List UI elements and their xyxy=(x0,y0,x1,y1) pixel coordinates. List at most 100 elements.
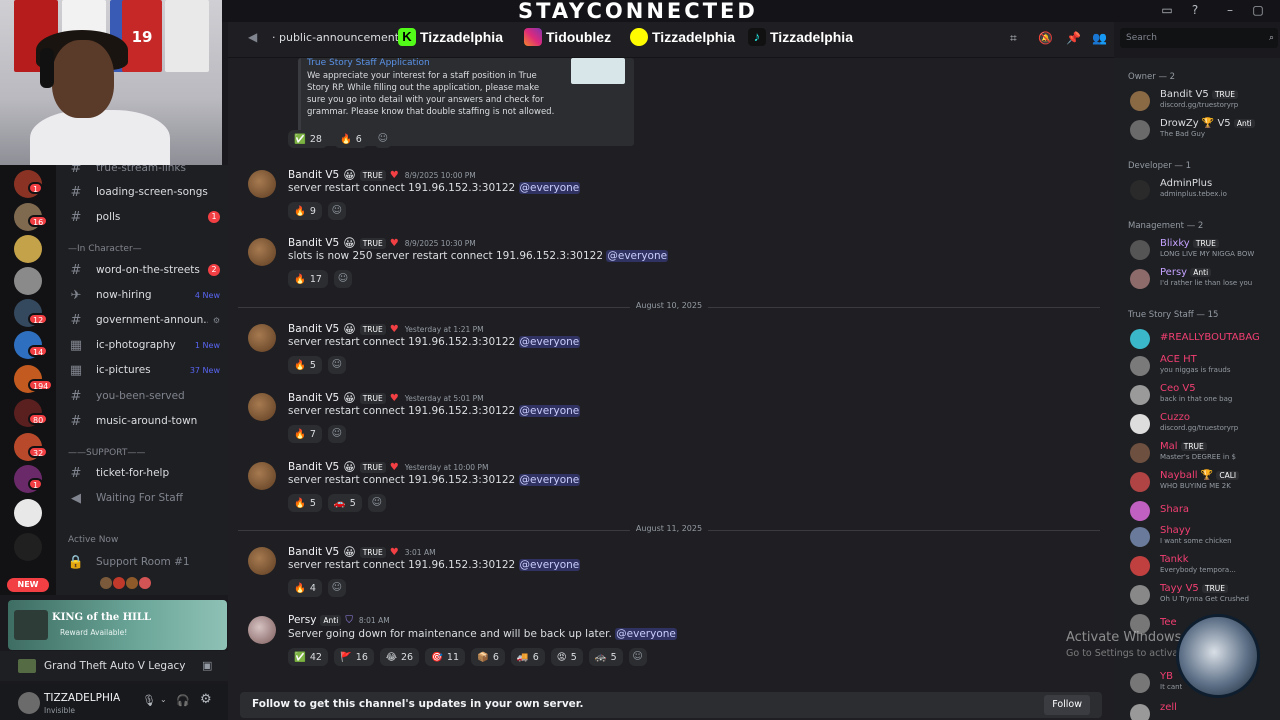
message-author[interactable]: Persy xyxy=(288,614,316,626)
user-avatar[interactable] xyxy=(18,692,40,714)
reaction[interactable]: 📦 6 xyxy=(471,648,505,666)
channel-item[interactable]: # government-announ... ⚙ xyxy=(56,309,228,331)
member-item[interactable]: Ceo V5 back in that one bag xyxy=(1130,382,1278,408)
member-item[interactable]: Mal TRUE Master's DEGREE in $ xyxy=(1130,440,1278,466)
notification-bell-icon[interactable]: 🔕 xyxy=(1038,31,1053,45)
minimize-icon[interactable]: – xyxy=(1222,3,1238,19)
member-item[interactable]: AdminPlus adminplus.tebex.io xyxy=(1130,177,1278,203)
mention[interactable]: @everyone xyxy=(518,559,581,571)
member-item[interactable]: Shayy I want some chicken xyxy=(1130,524,1278,550)
add-reaction-icon[interactable]: ☺ xyxy=(628,648,647,666)
help-icon[interactable]: ? xyxy=(1187,3,1203,19)
embed-title[interactable]: True Story Staff Application xyxy=(307,58,430,68)
reaction[interactable]: 🔥 4 xyxy=(288,579,322,597)
mention[interactable]: @everyone xyxy=(615,628,677,640)
avatar[interactable] xyxy=(248,616,276,644)
channel-item[interactable]: # word-on-the-streets 2 xyxy=(56,259,228,281)
message-author[interactable]: Bandit V5 xyxy=(288,461,339,473)
channel-item[interactable]: # polls 1 xyxy=(56,206,228,228)
mention[interactable]: @everyone xyxy=(518,474,581,486)
member-list-icon[interactable]: 👥 xyxy=(1092,31,1107,45)
reaction[interactable]: 🚩 16 xyxy=(333,648,374,666)
channel-item[interactable]: # you-been-served xyxy=(56,385,228,407)
add-reaction-icon[interactable]: ☺ xyxy=(327,579,346,597)
message-author[interactable]: Bandit V5 xyxy=(288,323,339,335)
mention[interactable]: @everyone xyxy=(518,182,581,194)
message-author[interactable]: Bandit V5 xyxy=(288,169,339,181)
member-item[interactable]: Bandit V5 TRUE discord.gg/truestoryrp xyxy=(1130,88,1278,114)
game-activity-bar[interactable]: Grand Theft Auto V Legacy ▣ xyxy=(0,651,228,681)
member-item[interactable]: Cuzzo discord.gg/truestoryrp xyxy=(1130,411,1278,437)
server-icon[interactable] xyxy=(14,499,42,527)
member-item[interactable]: Tayy V5 TRUE Oh U Trynna Get Crushed xyxy=(1130,582,1278,608)
reaction[interactable]: 🔥 5 xyxy=(288,356,322,374)
follow-button[interactable]: Follow xyxy=(1044,695,1090,715)
add-reaction-icon[interactable]: ☺ xyxy=(333,270,352,288)
add-reaction-icon[interactable]: ☺ xyxy=(327,356,346,374)
member-item[interactable]: Nayball 🏆 CALI WHO BUYING ME 2K xyxy=(1130,469,1278,495)
avatar[interactable] xyxy=(248,462,276,490)
mention[interactable]: @everyone xyxy=(518,405,581,417)
search-input[interactable]: Search ⌕ xyxy=(1120,28,1278,48)
reaction[interactable]: ✅ 28 xyxy=(288,130,328,148)
member-item[interactable]: #REALLYBOUTABAG xyxy=(1130,326,1278,352)
channel-item[interactable]: # ticket-for-help xyxy=(56,462,228,484)
message-author[interactable]: Bandit V5 xyxy=(288,237,339,249)
reaction[interactable]: 🔥 6 xyxy=(333,130,368,148)
member-item[interactable]: Persy Anti I'd rather lie than lose you xyxy=(1130,266,1278,292)
settings-gear-icon[interactable]: ⚙ xyxy=(200,692,212,707)
avatar[interactable] xyxy=(248,547,276,575)
channel-item[interactable]: ▦ ic-photography 1 New xyxy=(56,334,228,356)
pin-icon[interactable]: 📌 xyxy=(1066,31,1081,45)
member-item[interactable]: Tankk Everybody tempora... xyxy=(1130,553,1278,579)
microphone-icon[interactable]: 🎙 xyxy=(142,694,156,707)
server-icon[interactable] xyxy=(14,235,42,263)
mention[interactable]: @everyone xyxy=(606,250,669,262)
category-header[interactable]: —In Character— xyxy=(68,244,142,254)
avatar[interactable] xyxy=(248,393,276,421)
add-member-icon[interactable]: ⚙ xyxy=(213,316,220,325)
add-reaction-icon[interactable]: ☺ xyxy=(327,425,346,443)
chevron-down-icon[interactable]: ⌄ xyxy=(160,695,167,704)
server-icon[interactable] xyxy=(14,533,42,561)
reaction[interactable]: 🔥 7 xyxy=(288,425,322,443)
activity-card[interactable]: KING of the HILL Reward Available! xyxy=(8,600,227,650)
inbox-icon[interactable]: ▭ xyxy=(1159,3,1175,19)
maximize-icon[interactable]: ▢ xyxy=(1250,3,1266,19)
add-reaction-icon[interactable]: ☺ xyxy=(327,202,346,220)
voice-channel-item[interactable]: 🔒 Support Room #1 xyxy=(56,551,228,573)
voice-channel-item[interactable]: ◀ Waiting For Staff xyxy=(56,487,228,509)
channel-item[interactable]: ✈ now-hiring 4 New xyxy=(56,284,228,306)
new-servers-pill[interactable]: NEW xyxy=(7,578,49,592)
reaction[interactable]: 😂 26 xyxy=(379,648,420,666)
reaction[interactable]: 🎯 11 xyxy=(425,648,466,666)
member-item[interactable]: zell xyxy=(1130,701,1278,720)
channel-item[interactable]: ▦ ic-pictures 37 New xyxy=(56,359,228,381)
channel-item[interactable]: # music-around-town xyxy=(56,410,228,432)
category-header[interactable]: ——SUPPORT—— xyxy=(68,448,145,458)
channel-item[interactable]: # loading-screen-songs xyxy=(56,181,228,203)
reaction[interactable]: 🚚 6 xyxy=(510,648,545,666)
message-author[interactable]: Bandit V5 xyxy=(288,392,339,404)
avatar[interactable] xyxy=(248,238,276,266)
reaction[interactable]: 🚗 5 xyxy=(327,494,362,512)
threads-icon[interactable]: ⌗ xyxy=(1010,31,1017,46)
headphones-icon[interactable]: 🎧 xyxy=(176,694,190,707)
member-item[interactable]: DrowZy 🏆 V5 Anti The Bad Guy xyxy=(1130,117,1278,143)
embed-thumbnail[interactable] xyxy=(571,58,625,84)
reaction[interactable]: 🔥 9 xyxy=(288,202,322,220)
add-reaction-icon[interactable]: ☺ xyxy=(367,494,386,512)
member-item[interactable]: Blixky TRUE LONG LIVE MY NIGGA BOW xyxy=(1130,237,1278,263)
member-item[interactable]: ACE HT you niggas is frauds xyxy=(1130,353,1278,379)
reaction[interactable]: 😡 5 xyxy=(550,648,583,666)
mention[interactable]: @everyone xyxy=(518,336,581,348)
reaction[interactable]: ✅ 42 xyxy=(288,648,328,666)
reaction[interactable]: 🚓 5 xyxy=(588,648,623,666)
stream-icon[interactable]: ▣ xyxy=(202,659,212,672)
member-item[interactable]: Shara xyxy=(1130,498,1278,524)
avatar[interactable] xyxy=(248,324,276,352)
server-icon[interactable] xyxy=(14,267,42,295)
message-author[interactable]: Bandit V5 xyxy=(288,546,339,558)
reaction[interactable]: 🔥 17 xyxy=(288,270,328,288)
avatar[interactable] xyxy=(248,170,276,198)
